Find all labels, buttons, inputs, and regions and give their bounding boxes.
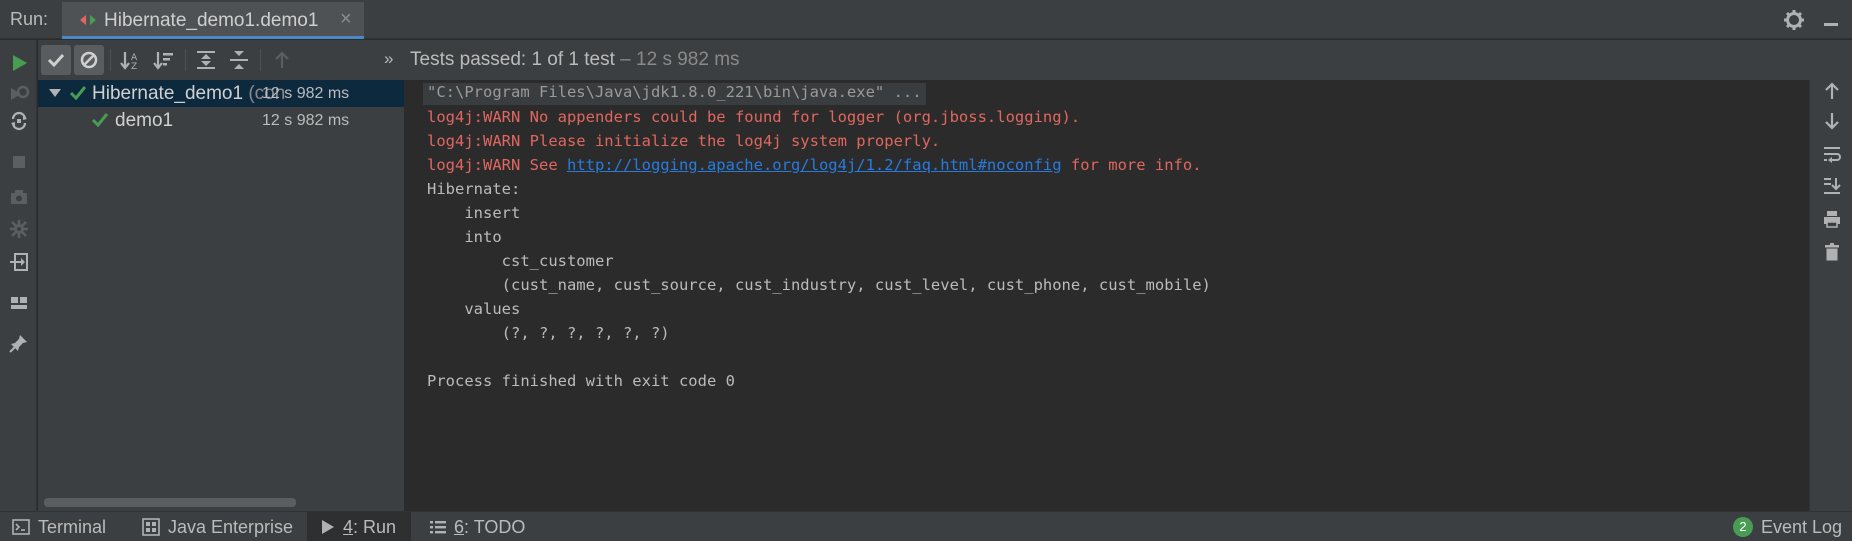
- java-enterprise-icon: [142, 518, 160, 536]
- console-output-line: (cust_name, cust_source, cust_industry, …: [427, 276, 1221, 294]
- hide-minimize-icon[interactable]: [1822, 10, 1840, 28]
- camera-icon[interactable]: [8, 186, 30, 208]
- console-output-line: Hibernate:: [427, 180, 530, 198]
- close-tab-icon[interactable]: ×: [340, 8, 352, 31]
- run-config-icon: [80, 15, 96, 25]
- console-command-line[interactable]: "C:\Program Files\Java\jdk1.8.0_221\bin\…: [423, 83, 926, 105]
- sort-alphabetically-button[interactable]: A Z: [116, 45, 146, 75]
- run-actions-strip: [0, 40, 37, 511]
- event-log-tab[interactable]: 2 Event Log: [1733, 512, 1842, 541]
- event-count-badge: 2: [1733, 517, 1753, 537]
- console-warn-line: log4j:WARN No appenders could be found f…: [427, 108, 1081, 126]
- layout-icon[interactable]: [8, 292, 30, 314]
- sort-duration-icon: [153, 52, 173, 70]
- arrow-down-icon[interactable]: [1821, 110, 1843, 132]
- test-tree-panel: Hibernate_demo1 (con 12 s 982 ms demo1 1…: [38, 80, 405, 511]
- test-runner-toolbar: A Z » Tests passed: 1 of 1 test – 12 s 9…: [38, 40, 1852, 80]
- console-output-line: (?, ?, ?, ?, ?, ?): [427, 324, 670, 342]
- tree-test-name: demo1: [115, 110, 174, 131]
- console-output-line: insert: [427, 204, 530, 222]
- run-tab-title: Hibernate_demo1.demo1: [104, 10, 319, 31]
- ignored-icon: [80, 51, 98, 69]
- rerun-failed-icon[interactable]: [8, 83, 30, 105]
- list-icon: [430, 521, 446, 534]
- expand-all-icon: [197, 51, 215, 69]
- svg-text:Z: Z: [131, 62, 137, 72]
- soft-wrap-icon[interactable]: [1821, 143, 1843, 165]
- console-output-line: cst_customer: [427, 252, 614, 270]
- todo-tab[interactable]: 6: TODO: [430, 512, 525, 541]
- console-output-line: into: [427, 228, 502, 246]
- terminal-icon: [12, 519, 30, 535]
- console-actions-strip: [1809, 80, 1852, 511]
- toggle-auto-test-icon[interactable]: [8, 110, 30, 132]
- print-icon[interactable]: [1821, 208, 1843, 230]
- tree-horizontal-scrollbar[interactable]: [44, 498, 296, 507]
- rerun-play-icon[interactable]: [8, 52, 30, 74]
- arrow-up-icon[interactable]: [1821, 80, 1843, 102]
- gear-icon[interactable]: [1783, 9, 1805, 31]
- console-output[interactable]: "C:\Program Files\Java\jdk1.8.0_221\bin\…: [405, 80, 1809, 511]
- test-status-summary: Tests passed: 1 of 1 test – 12 s 982 ms: [410, 49, 740, 70]
- stop-icon[interactable]: [8, 151, 30, 173]
- trash-icon[interactable]: [1821, 241, 1843, 263]
- run-tool-tab[interactable]: 4: Run: [307, 512, 411, 541]
- collapse-all-button[interactable]: [224, 45, 254, 75]
- arrow-up-icon: [275, 51, 289, 68]
- console-warn-line: log4j:WARN See http://logging.apache.org…: [427, 156, 1202, 174]
- sort-by-duration-button[interactable]: [149, 45, 179, 75]
- show-passed-button[interactable]: [41, 45, 71, 75]
- tree-suite-name: Hibernate_demo1 (con: [92, 83, 286, 104]
- tree-row-test[interactable]: demo1 12 s 982 ms: [38, 107, 404, 134]
- run-tool-window-header: Run: Hibernate_demo1.demo1 ×: [0, 0, 1852, 39]
- show-ignored-button[interactable]: [74, 45, 104, 75]
- tree-suite-time: 12 s 982 ms: [262, 85, 350, 102]
- run-label: Run:: [10, 9, 49, 29]
- debug-settings-icon[interactable]: [8, 218, 30, 240]
- bottom-tool-window-bar: Terminal Java Enterprise 4: Run 6: TODO …: [0, 511, 1852, 541]
- terminal-tab[interactable]: Terminal: [12, 512, 106, 541]
- pin-icon[interactable]: [8, 332, 30, 354]
- tree-row-suite[interactable]: Hibernate_demo1 (con 12 s 982 ms: [38, 80, 404, 107]
- console-warn-line: log4j:WARN Please initialize the log4j s…: [427, 132, 941, 150]
- sort-alpha-icon: A Z: [120, 52, 138, 72]
- expand-arrow-icon[interactable]: [48, 86, 62, 100]
- expand-all-button[interactable]: [191, 45, 221, 75]
- previous-failed-button[interactable]: [267, 45, 297, 75]
- console-output-line: values: [427, 300, 521, 318]
- collapse-all-icon: [230, 51, 248, 69]
- console-exit-line: Process finished with exit code 0: [427, 372, 735, 390]
- scroll-to-end-icon[interactable]: [1821, 175, 1843, 197]
- more-actions-chevron[interactable]: »: [384, 49, 393, 69]
- run-play-icon: [322, 520, 334, 534]
- check-icon: [47, 53, 65, 68]
- exit-icon[interactable]: [8, 251, 30, 273]
- log4j-faq-link[interactable]: http://logging.apache.org/log4j/1.2/faq.…: [567, 156, 1062, 174]
- tree-test-time: 12 s 982 ms: [262, 112, 350, 129]
- passed-check-icon: [69, 86, 87, 101]
- passed-check-icon: [91, 113, 109, 128]
- java-enterprise-tab[interactable]: Java Enterprise: [142, 512, 293, 541]
- run-configuration-tab[interactable]: Hibernate_demo1.demo1 ×: [62, 2, 364, 39]
